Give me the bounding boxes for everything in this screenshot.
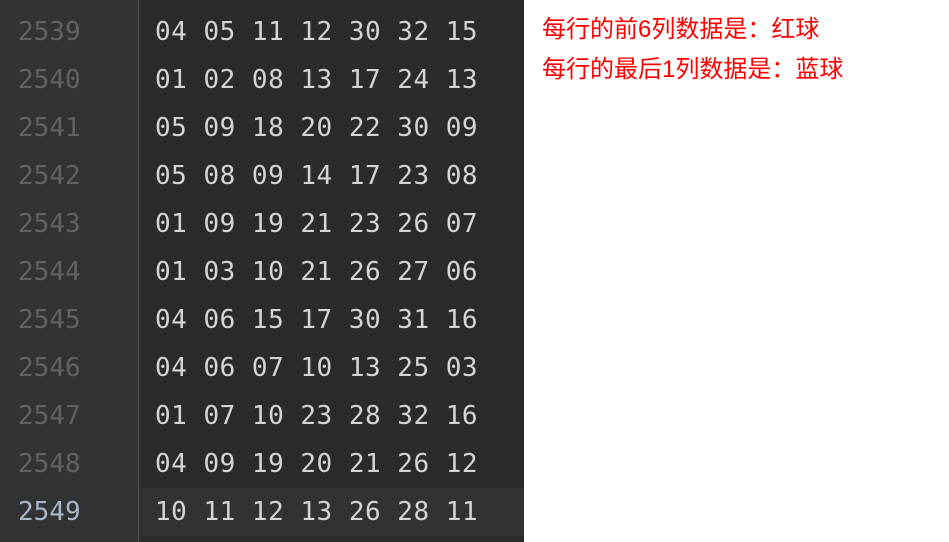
code-line[interactable]: 01 02 08 13 17 24 13 — [155, 56, 524, 104]
line-number[interactable]: 2540 — [18, 56, 138, 104]
line-number[interactable]: 2545 — [18, 296, 138, 344]
line-number[interactable]: 2543 — [18, 200, 138, 248]
line-number[interactable]: 2539 — [18, 8, 138, 56]
code-line[interactable]: 01 09 19 21 23 26 07 — [155, 200, 524, 248]
line-number[interactable]: 2541 — [18, 104, 138, 152]
line-number[interactable]: 2546 — [18, 344, 138, 392]
line-number-active[interactable]: 2549 — [18, 488, 138, 536]
code-line[interactable]: 04 06 07 10 13 25 03 — [155, 344, 524, 392]
code-line[interactable]: 05 08 09 14 17 23 08 — [155, 152, 524, 200]
code-editor: 2539 2540 2541 2542 2543 2544 2545 2546 … — [0, 0, 524, 542]
code-line[interactable]: 01 07 10 23 28 32 16 — [155, 392, 524, 440]
line-number[interactable]: 2548 — [18, 440, 138, 488]
code-line[interactable]: 04 06 15 17 30 31 16 — [155, 296, 524, 344]
line-number-gutter: 2539 2540 2541 2542 2543 2544 2545 2546 … — [0, 0, 138, 542]
code-line[interactable]: 04 09 19 20 21 26 12 — [155, 440, 524, 488]
code-line[interactable]: 04 05 11 12 30 32 15 — [155, 8, 524, 56]
code-line[interactable]: 05 09 18 20 22 30 09 — [155, 104, 524, 152]
code-line-active[interactable]: 10 11 12 13 26 28 11 — [139, 488, 524, 536]
code-content-area[interactable]: 04 05 11 12 30 32 15 01 02 08 13 17 24 1… — [138, 0, 524, 542]
annotation-text-blue: 每行的最后1列数据是：蓝球 — [542, 50, 949, 90]
line-number[interactable]: 2542 — [18, 152, 138, 200]
annotation-panel: 每行的前6列数据是：红球 每行的最后1列数据是：蓝球 — [524, 0, 949, 542]
line-number[interactable]: 2547 — [18, 392, 138, 440]
code-line[interactable]: 01 03 10 21 26 27 06 — [155, 248, 524, 296]
annotation-text-red: 每行的前6列数据是：红球 — [542, 10, 949, 50]
line-number[interactable]: 2544 — [18, 248, 138, 296]
